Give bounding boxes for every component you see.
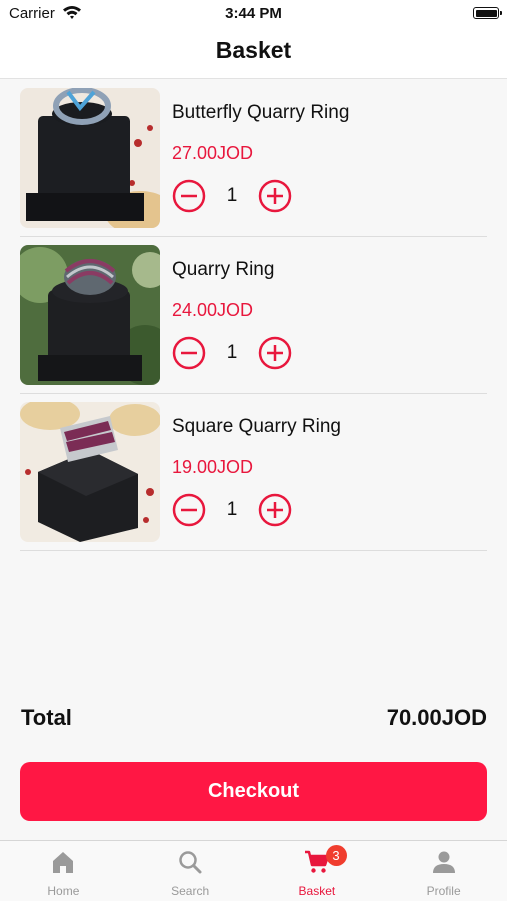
basket-count-badge: 3	[325, 845, 347, 866]
quantity-value: 1	[226, 499, 238, 520]
tab-bar: Home Search 3 Basket Profile	[0, 840, 507, 901]
battery-icon	[473, 7, 502, 19]
product-price: 19.00JOD	[172, 457, 254, 477]
nav-header: Basket	[0, 28, 507, 79]
person-icon	[432, 851, 455, 873]
product-name[interactable]: Square Quarry Ring	[172, 416, 341, 438]
tab-home[interactable]: Home	[0, 841, 127, 901]
basket-item: Square Quarry Ring 19.00JOD 1	[20, 394, 487, 551]
product-image[interactable]	[20, 88, 160, 228]
tab-profile[interactable]: Profile	[380, 841, 507, 901]
minus-circle-icon	[172, 493, 206, 527]
minus-circle-icon	[172, 179, 206, 213]
checkout-button[interactable]: Checkout	[20, 762, 487, 821]
increase-quantity-button[interactable]	[258, 336, 292, 370]
product-price: 24.00JOD	[172, 300, 254, 320]
product-name[interactable]: Quarry Ring	[172, 259, 274, 281]
plus-circle-icon	[258, 179, 292, 213]
increase-quantity-button[interactable]	[258, 493, 292, 527]
quantity-stepper: 1	[172, 336, 302, 370]
basket-item: Butterfly Quarry Ring 27.00JOD 1	[20, 80, 487, 237]
home-icon	[53, 852, 74, 873]
minus-circle-icon	[172, 336, 206, 370]
plus-circle-icon	[258, 336, 292, 370]
total-amount: 70.00JOD	[386, 705, 487, 730]
quantity-value: 1	[226, 185, 238, 206]
plus-circle-icon	[258, 493, 292, 527]
quantity-stepper: 1	[172, 493, 302, 527]
tab-search[interactable]: Search	[127, 841, 254, 901]
total-label: Total	[21, 705, 72, 730]
basket-item: Quarry Ring 24.00JOD 1	[20, 237, 487, 394]
tab-label: Search	[171, 884, 210, 898]
quantity-value: 1	[226, 342, 238, 363]
decrease-quantity-button[interactable]	[172, 179, 206, 213]
tab-label: Profile	[426, 884, 461, 898]
increase-quantity-button[interactable]	[258, 179, 292, 213]
total-row: Total 70.00JOD	[21, 705, 487, 735]
product-image[interactable]	[20, 245, 160, 385]
decrease-quantity-button[interactable]	[172, 336, 206, 370]
search-icon	[179, 851, 202, 874]
tab-basket[interactable]: 3 Basket	[254, 841, 381, 901]
product-image[interactable]	[20, 402, 160, 542]
tab-label: Basket	[298, 884, 336, 898]
status-time: 3:44 PM	[225, 5, 282, 22]
tab-label: Home	[47, 884, 80, 898]
page-title: Basket	[215, 37, 292, 63]
product-name[interactable]: Butterfly Quarry Ring	[172, 102, 349, 124]
product-price: 27.00JOD	[172, 143, 254, 163]
quantity-stepper: 1	[172, 179, 302, 213]
status-bar: Carrier 3:44 PM	[0, 0, 507, 28]
basket-item-list: Butterfly Quarry Ring 27.00JOD 1 Quarry …	[20, 80, 487, 551]
decrease-quantity-button[interactable]	[172, 493, 206, 527]
